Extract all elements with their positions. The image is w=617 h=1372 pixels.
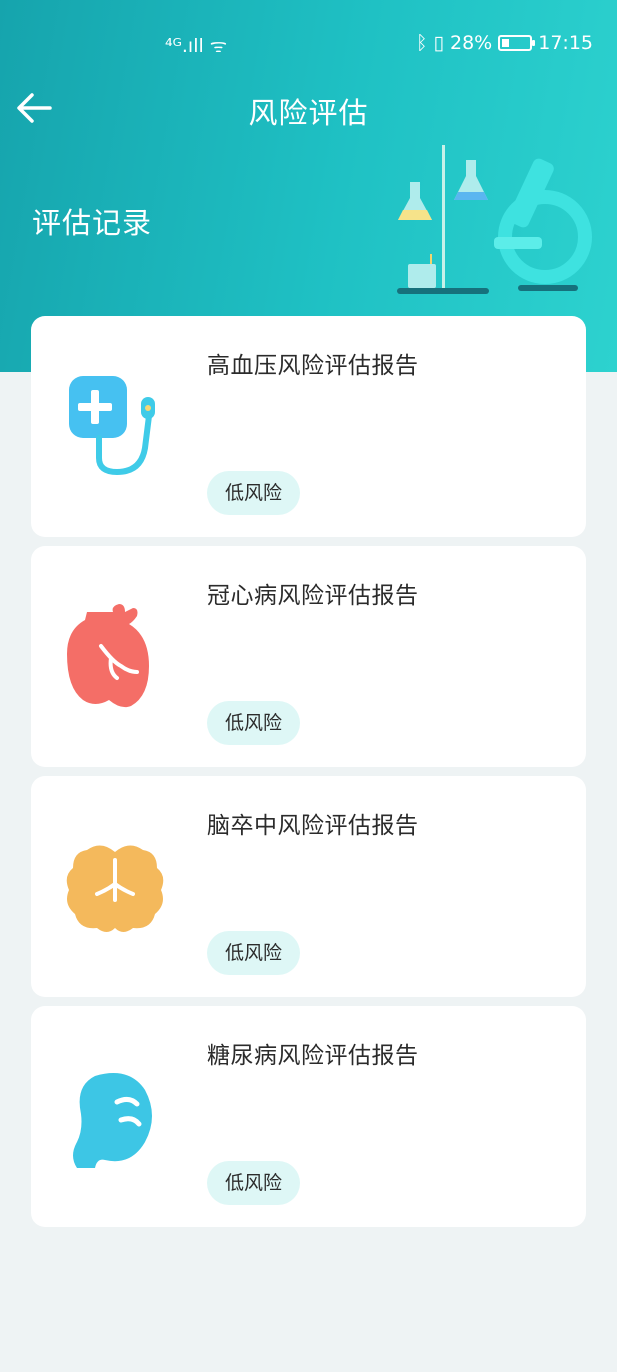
report-title: 冠心病风险评估报告 — [207, 583, 419, 609]
report-card-coronary[interactable]: 冠心病风险评估报告 低风险 — [31, 546, 586, 767]
risk-badge: 低风险 — [207, 931, 300, 975]
nav-bar: 风险评估 — [0, 80, 617, 136]
lab-equipment-illustration — [397, 145, 592, 294]
risk-badge: 低风险 — [207, 1161, 300, 1205]
status-right-group: ᛒ ▯ 28% 17:15 — [416, 32, 593, 54]
network-signal-icon: ⁴ᴳ.ıll ᯤ — [165, 35, 228, 57]
status-bar: ⁴ᴳ.ıll ᯤ ᛒ ▯ 28% 17:15 — [0, 30, 617, 64]
report-card-stroke[interactable]: 脑卒中风险评估报告 低风险 — [31, 776, 586, 997]
brain-icon — [66, 845, 164, 932]
report-card-hypertension[interactable]: 高血压风险评估报告 低风险 — [31, 316, 586, 537]
status-time: 17:15 — [538, 32, 593, 54]
risk-badge: 低风险 — [207, 701, 300, 745]
battery-icon — [498, 35, 536, 51]
report-title: 脑卒中风险评估报告 — [207, 813, 419, 839]
vibrate-icon: ▯ — [433, 32, 444, 54]
report-title: 高血压风险评估报告 — [207, 353, 419, 379]
blood-pressure-icon — [69, 376, 155, 476]
report-card-diabetes[interactable]: 糖尿病风险评估报告 低风险 — [31, 1006, 586, 1227]
section-title: 评估记录 — [32, 206, 153, 240]
report-title: 糖尿病风险评估报告 — [207, 1043, 419, 1069]
pancreas-icon — [73, 1073, 152, 1168]
page-title: 风险评估 — [248, 96, 369, 130]
bluetooth-icon: ᛒ — [416, 32, 428, 54]
risk-badge: 低风险 — [207, 471, 300, 515]
battery-percent: 28% — [450, 32, 493, 54]
heart-icon — [67, 604, 149, 708]
